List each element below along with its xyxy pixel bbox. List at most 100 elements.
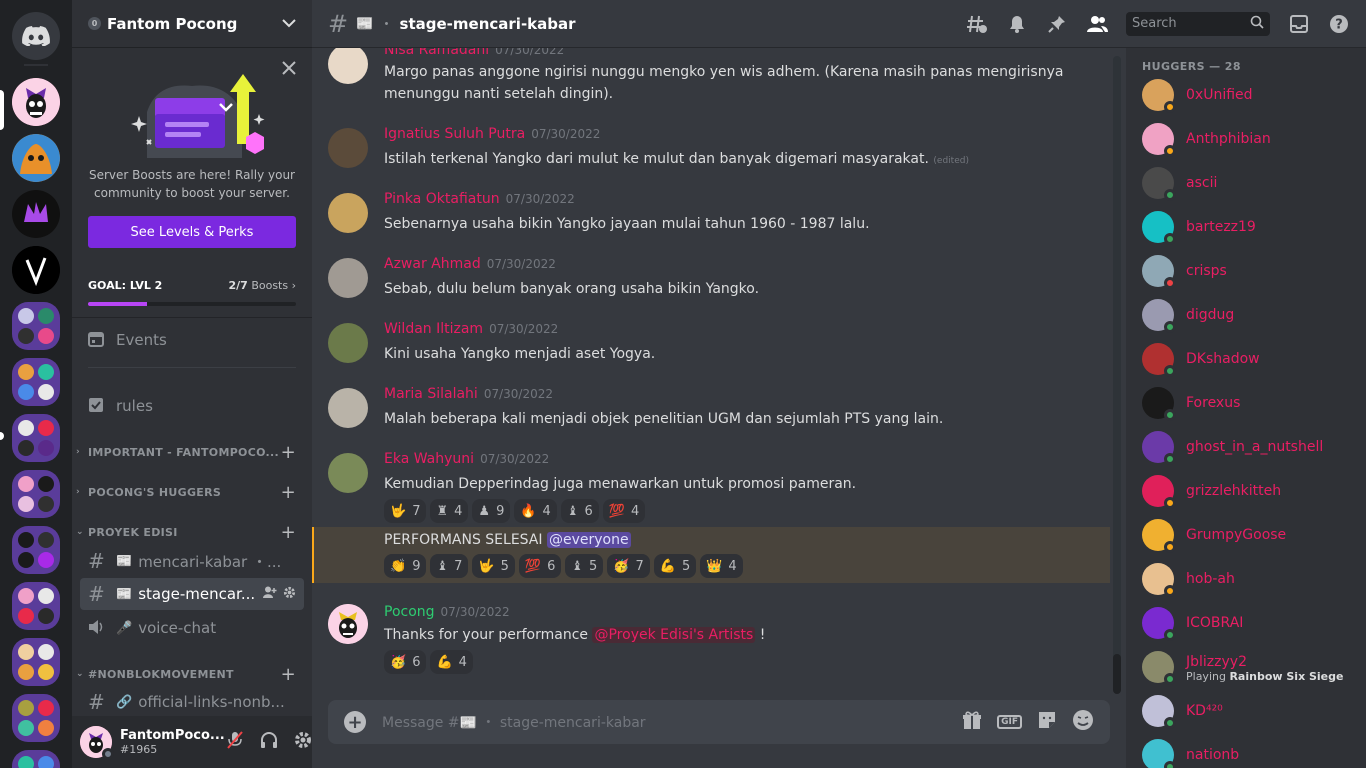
message-item[interactable]: Pinka Oktafiatun 07/30/2022 Sebenarnya us…: [312, 191, 1110, 241]
category-nonblokmovement[interactable]: ⌄ #NONBLOKMOVEMENT +: [76, 664, 296, 685]
message-item[interactable]: Pocong 07/30/2022 Thanks for your perform…: [312, 600, 1110, 674]
avatar[interactable]: [328, 128, 368, 168]
server-folder-3[interactable]: [12, 414, 60, 462]
member-item[interactable]: crisps: [1134, 250, 1358, 292]
add-channel-icon[interactable]: +: [281, 442, 296, 463]
member-item[interactable]: ICOBRAI: [1134, 602, 1358, 644]
reaction-button[interactable]: ♜ 4: [430, 499, 469, 523]
mute-mic-icon[interactable]: [225, 730, 245, 754]
avatar[interactable]: [328, 388, 368, 428]
channel-official-links[interactable]: # 🔗 official-links-nonb...: [80, 686, 304, 718]
reaction-button[interactable]: 💪 4: [430, 650, 473, 674]
category-proyek-edisi[interactable]: ⌄ PROYEK EDISI +: [76, 522, 296, 543]
channel-events[interactable]: Events: [80, 324, 304, 356]
reaction-button[interactable]: ♝ 6: [560, 499, 599, 523]
author-name[interactable]: Azwar Ahmad: [384, 256, 481, 272]
avatar[interactable]: [328, 604, 368, 644]
server-folder-7[interactable]: [12, 638, 60, 686]
avatar[interactable]: [328, 258, 368, 298]
author-name[interactable]: Maria Silalahi: [384, 386, 478, 402]
gift-icon[interactable]: [961, 709, 983, 735]
add-channel-icon[interactable]: +: [281, 482, 296, 503]
pin-icon[interactable]: [1046, 13, 1068, 35]
reaction-button[interactable]: 🥳 7: [607, 554, 650, 578]
home-button[interactable]: [12, 12, 60, 60]
server-folder-9[interactable]: [12, 750, 60, 768]
member-item[interactable]: bartezz19: [1134, 206, 1358, 248]
scrollbar-thumb[interactable]: [1113, 654, 1121, 694]
category-important[interactable]: › IMPORTANT - FANTOMPOCO... +: [76, 442, 296, 463]
user-settings-gear-icon[interactable]: [293, 730, 313, 754]
avatar[interactable]: [80, 726, 114, 760]
member-item[interactable]: KD⁴²⁰: [1134, 690, 1358, 732]
reaction-button[interactable]: 👑 4: [700, 554, 743, 578]
author-name[interactable]: Pinka Oktafiatun: [384, 191, 500, 207]
message-item[interactable]: Maria Silalahi 07/30/2022 Malah beberapa …: [312, 386, 1110, 436]
add-channel-icon[interactable]: +: [281, 664, 296, 685]
role-mention[interactable]: @Proyek Edisi's Artists: [592, 627, 756, 643]
member-item[interactable]: nationb: [1134, 734, 1358, 768]
avatar[interactable]: [328, 453, 368, 493]
reaction-button[interactable]: 💯 6: [518, 554, 562, 578]
member-list-icon[interactable]: [1086, 13, 1108, 35]
member-item[interactable]: GrumpyGoose: [1134, 514, 1358, 556]
author-name[interactable]: Eka Wahyuni: [384, 451, 474, 467]
add-channel-icon[interactable]: +: [281, 522, 296, 543]
member-item[interactable]: Jblizzyy2 Playing Rainbow Six Siege: [1134, 646, 1358, 688]
member-item[interactable]: DKshadow: [1134, 338, 1358, 380]
threads-icon[interactable]: [966, 13, 988, 35]
member-item[interactable]: 0xUnified: [1134, 74, 1358, 116]
message-item[interactable]: Ignatius Suluh Putra 07/30/2022 Istilah t…: [312, 126, 1110, 176]
server-folder-6[interactable]: [12, 582, 60, 630]
gif-button[interactable]: GIF: [997, 715, 1022, 729]
server-folder-5[interactable]: [12, 526, 60, 574]
server-folder-1[interactable]: [12, 302, 60, 350]
server-orange[interactable]: [12, 134, 60, 182]
message-input[interactable]: Message #📰 ・ stage-mencari-kabar: [382, 712, 646, 732]
reaction-button[interactable]: 👏 9: [384, 554, 427, 578]
server-folder-8[interactable]: [12, 694, 60, 742]
reaction-button[interactable]: 🔥 4: [514, 499, 557, 523]
reaction-button[interactable]: 🥳 6: [384, 650, 427, 674]
boost-goal[interactable]: GOAL: LVL 2 2/7 Boosts ›: [72, 268, 312, 318]
channel-voice-chat[interactable]: 🎤 voice-chat: [80, 612, 304, 644]
everyone-mention[interactable]: @everyone: [546, 532, 631, 548]
gear-icon[interactable]: [283, 586, 296, 602]
reaction-button[interactable]: ♟ 9: [472, 499, 511, 523]
search-input[interactable]: Search: [1126, 11, 1270, 36]
channel-stage-mencari-kabar[interactable]: # 📰 stage-mencar...: [80, 578, 304, 610]
scrollbar-track[interactable]: [1113, 56, 1121, 686]
author-name[interactable]: Nisa Ramadani: [384, 48, 489, 58]
notification-bell-icon[interactable]: [1006, 13, 1028, 35]
channel-rules[interactable]: rules: [80, 390, 304, 422]
mentioned-message[interactable]: PERFORMANS SELESAI @everyone 👏 9 ♝ 7 🤟 5 💯 6 ♝ 5 🥳…: [312, 527, 1110, 583]
help-icon[interactable]: ?: [1328, 13, 1350, 35]
author-name[interactable]: Ignatius Suluh Putra: [384, 126, 525, 142]
upload-plus-icon[interactable]: +: [344, 711, 366, 733]
member-item[interactable]: ascii: [1134, 162, 1358, 204]
category-huggers[interactable]: › POCONG'S HUGGERS +: [76, 482, 296, 503]
reaction-button[interactable]: 🤟 7: [384, 499, 427, 523]
message-item[interactable]: Wildan Iltizam 07/30/2022 Kini usaha Yang…: [312, 321, 1110, 371]
member-item[interactable]: hob-ah: [1134, 558, 1358, 600]
avatar[interactable]: [328, 323, 368, 363]
reaction-button[interactable]: ♝ 7: [430, 554, 469, 578]
author-name[interactable]: Pocong: [384, 604, 435, 620]
invite-user-icon[interactable]: [263, 586, 277, 602]
server-folder-2[interactable]: [12, 358, 60, 406]
emoji-picker-icon[interactable]: [1072, 709, 1094, 735]
reaction-button[interactable]: ♝ 5: [565, 554, 604, 578]
channel-mencari-kabar[interactable]: # 📰 mencari-kabar ・...: [80, 545, 304, 577]
member-item[interactable]: Forexus: [1134, 382, 1358, 424]
inbox-icon[interactable]: [1288, 13, 1310, 35]
avatar[interactable]: [328, 193, 368, 233]
message-item[interactable]: Nisa Ramadani 07/30/2022 Margo panas angg…: [312, 48, 1110, 110]
sticker-icon[interactable]: [1036, 709, 1058, 735]
message-item[interactable]: Azwar Ahmad 07/30/2022 Sebab, dulu belum …: [312, 256, 1110, 306]
reaction-button[interactable]: 💪 5: [653, 554, 697, 578]
reaction-button[interactable]: 🤟 5: [472, 554, 515, 578]
see-levels-perks-button[interactable]: See Levels & Perks: [88, 216, 296, 248]
server-v[interactable]: [12, 246, 60, 294]
message-composer[interactable]: + Message #📰 ・ stage-mencari-kabar GIF: [328, 700, 1110, 744]
author-name[interactable]: Wildan Iltizam: [384, 321, 483, 337]
